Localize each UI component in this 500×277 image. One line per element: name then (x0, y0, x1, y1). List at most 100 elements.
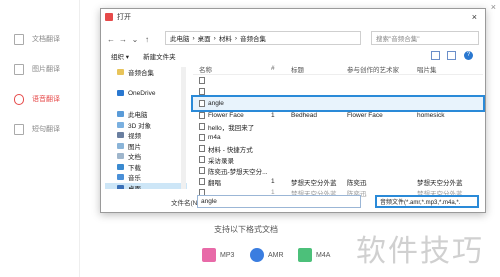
table-row[interactable]: Flower Face 1 Bedhead Flower Face homesick (193, 110, 483, 121)
formats-title: 支持以下格式文档 (214, 225, 278, 234)
audio-file-icon (250, 248, 264, 262)
cloud-icon (117, 90, 124, 97)
desktop-icon (117, 184, 124, 189)
file-name: m4a (208, 134, 221, 141)
nav-item-downloads[interactable]: 下载 (105, 162, 187, 173)
column-header-artist[interactable]: 参与创作的艺术家 (347, 64, 417, 74)
navigation-pane: 音频合集 OneDrive 此电脑 3D 对象 视频 图片 文档 下载 音乐 桌… (105, 67, 187, 189)
nav-item-this-pc[interactable]: 此电脑 (105, 109, 187, 120)
file-icon (199, 145, 205, 152)
cell-name: 材料 - 快捷方式 (193, 144, 271, 154)
table-row[interactable]: hello，我回来了 (193, 121, 483, 132)
chevron-right-icon: › (213, 34, 216, 42)
back-arrow-icon[interactable]: ← (105, 35, 117, 44)
nav-item-documents[interactable]: 文档 (105, 151, 187, 162)
cube-icon (117, 121, 124, 128)
app-close-icon[interactable]: × (491, 2, 496, 12)
file-name: hello，我回来了 (208, 124, 255, 132)
table-row[interactable]: 翻唱 1 梦想天空分外蓝 陈奕迅 梦想天空分外蓝 (193, 176, 483, 187)
nav-item-audio-collection[interactable]: 音频合集 (105, 67, 187, 78)
breadcrumb-item[interactable]: 此电脑 (170, 33, 190, 43)
table-row[interactable] (193, 75, 483, 86)
cell-name (193, 77, 271, 84)
dialog-close-icon[interactable]: × (472, 12, 477, 22)
table-row[interactable]: 陈奕迅-梦想天空分... (193, 165, 483, 176)
file-icon (199, 88, 205, 95)
help-icon[interactable]: ? (464, 51, 473, 60)
filename-row: 文件名(N): angle 音频文件(*.amr,*.mp3,*.m4a,*. (101, 195, 487, 209)
breadcrumb-item[interactable]: 材料 (219, 33, 232, 43)
video-icon (117, 132, 124, 139)
file-type-select[interactable]: 音频文件(*.amr,*.mp3,*.m4a,*. (375, 195, 479, 208)
file-name: Flower Face (208, 112, 244, 119)
history-dropdown-icon[interactable]: ⌄ (129, 35, 141, 44)
cell-artist: 陈奕迅 (347, 179, 367, 187)
breadcrumb-item[interactable]: 音频合集 (240, 33, 266, 43)
table-row[interactable]: m4a (193, 132, 483, 143)
cell-name: 采访录录 (193, 155, 271, 165)
dialog-toolbar: 组织 ▾ 新建文件夹 ? (101, 49, 487, 63)
file-icon (199, 134, 205, 141)
app-icon (105, 13, 113, 21)
table-row[interactable]: 材料 - 快捷方式 (193, 143, 483, 154)
view-options-icon[interactable] (431, 51, 440, 60)
nav-item-blank (105, 78, 187, 89)
file-icon (199, 100, 205, 107)
sidebar-item-label: 文档翻译 (32, 36, 60, 43)
chevron-right-icon: › (192, 34, 195, 42)
sidebar-item-sentence[interactable]: 短句翻译 (0, 118, 80, 140)
forward-arrow-icon[interactable]: → (117, 35, 129, 44)
file-icon (199, 178, 205, 185)
file-icon (199, 77, 205, 84)
audio-file-icon (298, 248, 312, 262)
dialog-title: 打开 (117, 14, 131, 21)
cell-title: Bedhead (291, 112, 318, 119)
column-header-name[interactable]: 名称 (193, 64, 271, 74)
cell-num: 1 (271, 178, 275, 185)
download-icon (117, 163, 124, 170)
cell-title: 梦想天空分外蓝 (291, 179, 337, 187)
sidebar-item-document[interactable]: 文档翻译 (0, 28, 80, 50)
table-row[interactable]: angle (191, 95, 485, 112)
organize-button[interactable]: 组织 ▾ (111, 51, 129, 61)
column-header-title[interactable]: 标题 (291, 64, 347, 74)
table-row[interactable] (193, 86, 483, 97)
dialog-titlebar: 打开 × (101, 9, 485, 25)
file-icon (199, 156, 205, 163)
nav-item-onedrive[interactable]: OneDrive (105, 88, 187, 99)
filename-input[interactable]: angle (197, 195, 361, 208)
preview-pane-icon[interactable] (447, 51, 456, 60)
file-icon (199, 167, 205, 174)
search-input[interactable]: 搜索"音频合集" (371, 31, 479, 45)
new-folder-button[interactable]: 新建文件夹 (143, 51, 176, 61)
sidebar-item-label: 语音翻译 (32, 96, 60, 103)
nav-item-desktop[interactable]: 桌面 (105, 182, 187, 189)
column-header-number[interactable]: # (271, 65, 291, 72)
open-file-dialog: 打开 × ← → ⌄ ↑ 此电脑 › 桌面 › 材料 › 音频合集 搜索"音频合集" … (100, 8, 486, 213)
nav-item-videos[interactable]: 视频 (105, 130, 187, 141)
document-icon (117, 153, 124, 160)
image-icon (14, 63, 24, 75)
column-header-album[interactable]: 唱片集 (417, 64, 467, 74)
cell-num: 1 (271, 112, 275, 119)
address-bar[interactable]: 此电脑 › 桌面 › 材料 › 音频合集 (165, 31, 361, 45)
cell-name: 翻唱 (193, 177, 271, 187)
microphone-icon (14, 93, 24, 105)
document-icon (14, 33, 24, 45)
nav-item-pictures[interactable]: 图片 (105, 141, 187, 152)
watermark: 软件技巧 (356, 234, 484, 269)
nav-item-music[interactable]: 音乐 (105, 172, 187, 183)
breadcrumb-item[interactable]: 桌面 (198, 33, 211, 43)
up-arrow-icon[interactable]: ↑ (141, 35, 153, 44)
format-amr: AMR (250, 248, 284, 262)
sidebar-item-image[interactable]: 图片翻译 (0, 58, 80, 80)
sidebar-item-voice[interactable]: 语音翻译 (0, 88, 80, 110)
navigation-scrollbar[interactable] (181, 67, 186, 189)
format-mp3: MP3 (202, 248, 234, 262)
cell-album: homesick (417, 112, 445, 119)
chevron-right-icon: › (234, 34, 238, 42)
sidebar-item-label: 图片翻译 (32, 66, 60, 73)
nav-item-3d-objects[interactable]: 3D 对象 (105, 120, 187, 131)
table-row[interactable]: 采访录录 (193, 154, 483, 165)
cell-name (193, 88, 271, 95)
